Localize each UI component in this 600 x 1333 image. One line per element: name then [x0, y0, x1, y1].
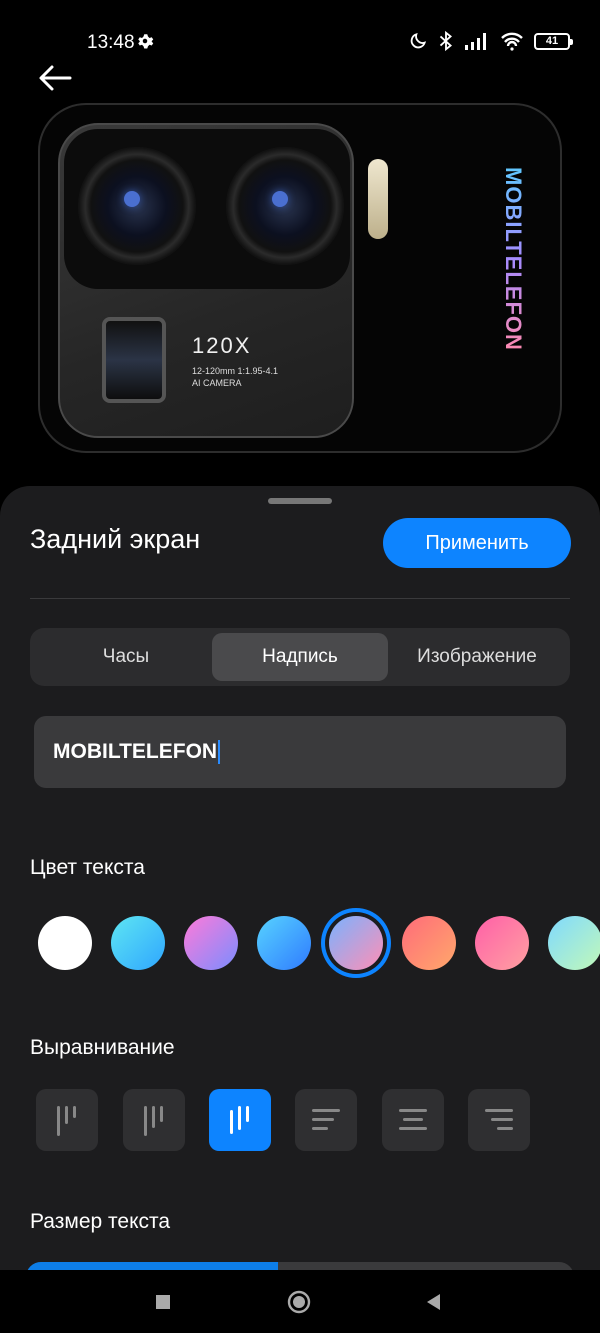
secondary-lens: [226, 147, 344, 265]
signal-icon: [465, 33, 486, 50]
moon-icon: [410, 32, 427, 49]
gear-icon: [138, 34, 154, 49]
camera-lens-block: [64, 129, 350, 289]
color-swatch-coral[interactable]: [402, 916, 456, 970]
inscription-input[interactable]: MOBILTELEFON: [34, 716, 566, 788]
back-button[interactable]: [419, 1288, 447, 1316]
back-arrow-icon[interactable]: [36, 62, 76, 94]
color-swatch-blue-pink[interactable]: [329, 916, 383, 970]
battery-level: 41: [545, 35, 559, 47]
color-section-label: Цвет текста: [30, 856, 145, 879]
align-vertical-center-button[interactable]: [123, 1089, 185, 1151]
status-time: 13:48: [87, 32, 135, 53]
align-vertical-left-icon: [57, 1106, 76, 1136]
size-section-label: Размер текста: [30, 1210, 171, 1233]
tab-image[interactable]: Изображение: [386, 633, 568, 681]
status-bar: 13:48 41: [0, 0, 600, 84]
camera-spec-line2: AI CAMERA: [192, 378, 242, 388]
camera-flash: [368, 159, 388, 239]
home-button[interactable]: [285, 1288, 313, 1316]
sheet-drag-handle[interactable]: [268, 498, 332, 504]
divider: [30, 598, 570, 599]
navigation-bar: [0, 1270, 600, 1333]
apply-button[interactable]: Применить: [383, 518, 571, 568]
settings-sheet: Задний экран Применить Часы Надпись Изоб…: [0, 486, 600, 1292]
align-vertical-right-button[interactable]: [209, 1089, 271, 1151]
color-swatch-pink-violet[interactable]: [184, 916, 238, 970]
tab-inscription[interactable]: Надпись: [212, 633, 388, 681]
inscription-value: MOBILTELEFON: [53, 740, 218, 763]
battery-icon: 41: [534, 32, 573, 50]
camera-zoom-text: 120X: [192, 333, 252, 358]
align-horizontal-center-button[interactable]: [382, 1089, 444, 1151]
color-swatches: [38, 916, 600, 970]
camera-spec-line1: 12-120mm 1:1.95-4.1: [192, 366, 279, 376]
align-center-icon: [399, 1109, 427, 1130]
wifi-icon: [501, 32, 523, 51]
align-vertical-right-icon: [230, 1106, 249, 1134]
recents-icon: [156, 1295, 170, 1309]
color-swatch-blue[interactable]: [257, 916, 311, 970]
color-swatch-mint[interactable]: [548, 916, 600, 970]
align-vertical-left-button[interactable]: [36, 1089, 98, 1151]
tab-clock[interactable]: Часы: [38, 633, 214, 681]
align-horizontal-left-button[interactable]: [295, 1089, 357, 1151]
camera-module: 120X 12-120mm 1:1.95-4.1 AI CAMERA: [58, 123, 354, 438]
back-triangle-icon: [427, 1294, 440, 1310]
align-vertical-center-icon: [144, 1106, 163, 1136]
rear-screen-preview: 120X 12-120mm 1:1.95-4.1 AI CAMERA MOBIL…: [38, 103, 562, 453]
home-icon: [287, 1290, 311, 1314]
status-icons: 41: [408, 30, 573, 52]
color-swatch-white[interactable]: [38, 916, 92, 970]
recents-button[interactable]: [149, 1288, 177, 1316]
text-cursor: [218, 740, 221, 764]
camera-spec-text: 12-120mm 1:1.95-4.1 AI CAMERA: [192, 365, 278, 389]
main-lens: [78, 147, 196, 265]
periscope-lens: [102, 317, 166, 403]
align-horizontal-right-button[interactable]: [468, 1089, 530, 1151]
align-right-icon: [485, 1109, 513, 1130]
sheet-title: Задний экран: [30, 524, 201, 554]
alignment-section-label: Выравнивание: [30, 1036, 175, 1059]
align-left-icon: [312, 1109, 340, 1130]
color-swatch-cyan[interactable]: [111, 916, 165, 970]
alignment-options: [36, 1089, 536, 1151]
preview-brand-text: MOBILTELEFON: [501, 167, 526, 351]
color-swatch-magenta[interactable]: [475, 916, 529, 970]
mode-tabs: Часы Надпись Изображение: [30, 628, 570, 686]
bluetooth-icon: [439, 30, 452, 52]
